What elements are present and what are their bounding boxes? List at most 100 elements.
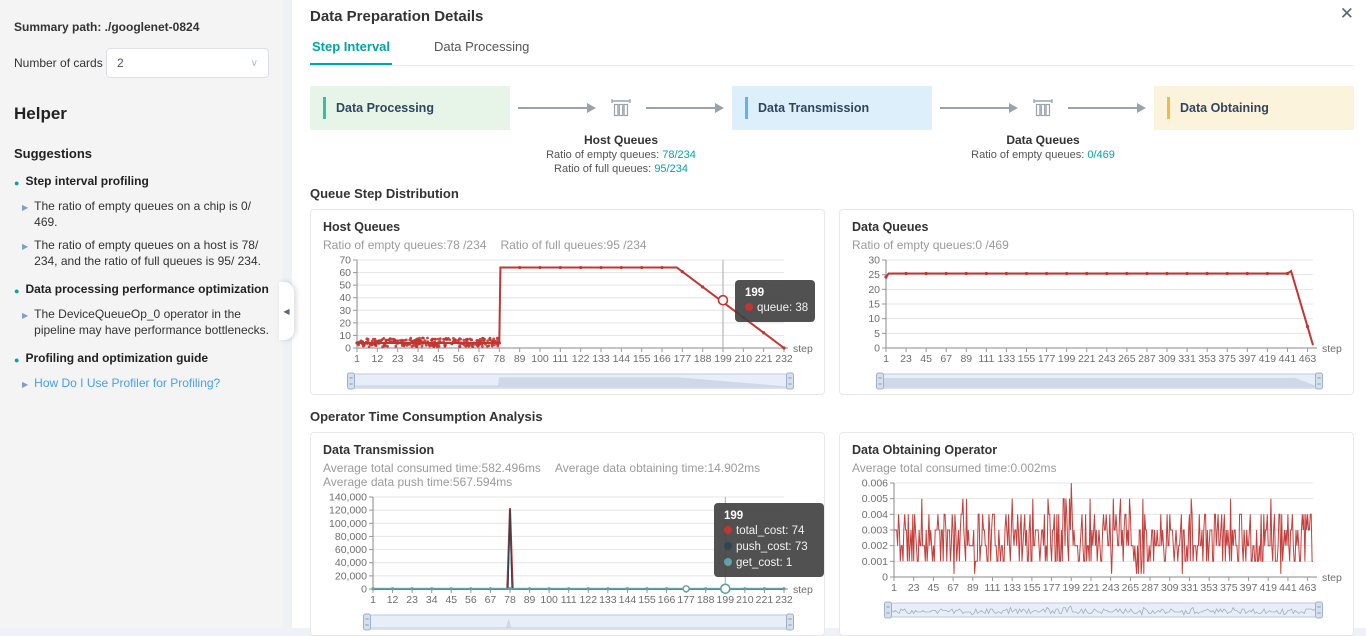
svg-text:221: 221 <box>1082 582 1100 594</box>
svg-text:210: 210 <box>736 594 754 606</box>
svg-text:221: 221 <box>1078 353 1096 365</box>
svg-text:309: 309 <box>1161 582 1179 594</box>
number-of-cards-select[interactable]: 2 ∨ <box>106 48 269 78</box>
svg-text:0: 0 <box>345 343 351 355</box>
helper-title: Helper <box>14 104 269 124</box>
profiler-guide-link[interactable]: How Do I Use Profiler for Profiling? <box>34 375 220 393</box>
svg-text:177: 177 <box>1038 353 1056 365</box>
svg-text:0.001: 0.001 <box>862 556 888 568</box>
chart-host-queues[interactable]: 0102030405060701122334455667788910011112… <box>323 254 814 388</box>
svg-text:20,000: 20,000 <box>335 570 367 582</box>
svg-text:419: 419 <box>1259 353 1277 365</box>
svg-text:122: 122 <box>580 594 598 606</box>
svg-text:15: 15 <box>868 299 880 311</box>
svg-text:177: 177 <box>674 353 692 365</box>
svg-text:100: 100 <box>531 353 549 365</box>
svg-text:20: 20 <box>339 317 351 329</box>
bullet-icon: ● <box>14 283 19 299</box>
triangle-icon: ▶ <box>22 200 28 230</box>
svg-text:111: 111 <box>561 594 577 606</box>
svg-text:199: 199 <box>717 594 735 606</box>
arrow-right-icon <box>940 107 1010 109</box>
arrow-right-icon <box>1068 107 1138 109</box>
svg-text:30: 30 <box>339 305 351 317</box>
svg-text:40: 40 <box>339 292 351 304</box>
svg-text:5: 5 <box>874 328 880 340</box>
svg-text:40,000: 40,000 <box>335 557 367 569</box>
svg-text:89: 89 <box>960 353 972 365</box>
chart-title: Host Queues <box>323 220 812 234</box>
svg-text:353: 353 <box>1200 582 1218 594</box>
svg-text:155: 155 <box>1023 582 1041 594</box>
pipeline-diagram: Data Processing Host Queues Ratio of emp… <box>310 86 1354 172</box>
svg-text:397: 397 <box>1240 582 1258 594</box>
host-queues-ratio-empty: Ratio of empty queues: 78/234 <box>506 149 736 161</box>
svg-text:287: 287 <box>1141 582 1159 594</box>
svg-text:0: 0 <box>361 584 367 596</box>
svg-text:375: 375 <box>1218 353 1236 365</box>
section-queue-step-distribution: Queue Step Distribution <box>310 186 1354 201</box>
chart-title: Data Transmission <box>323 443 812 457</box>
svg-text:step: step <box>1322 343 1342 355</box>
tab-data-processing[interactable]: Data Processing <box>432 35 531 65</box>
bullet-icon: ● <box>14 175 19 191</box>
chart-data-transmission[interactable]: 020,00040,00060,00080,000100,000120,0001… <box>323 491 814 629</box>
svg-text:30: 30 <box>868 255 880 267</box>
svg-text:1: 1 <box>891 582 897 594</box>
svg-text:144: 144 <box>619 594 637 606</box>
summary-path: Summary path: ./googlenet-0824 <box>14 20 269 34</box>
svg-text:100,000: 100,000 <box>329 518 367 530</box>
svg-text:166: 166 <box>658 594 676 606</box>
suggestion-item: ▶ The ratio of empty queues on a host is… <box>14 237 269 269</box>
svg-text:419: 419 <box>1259 582 1277 594</box>
svg-text:1: 1 <box>883 353 889 365</box>
tab-step-interval[interactable]: Step Interval <box>310 35 392 65</box>
svg-text:23: 23 <box>908 582 920 594</box>
svg-text:232: 232 <box>775 353 793 365</box>
svg-text:80,000: 80,000 <box>335 531 367 543</box>
svg-text:133: 133 <box>599 594 617 606</box>
svg-text:140,000: 140,000 <box>329 492 367 504</box>
svg-text:353: 353 <box>1198 353 1216 365</box>
svg-text:89: 89 <box>524 594 536 606</box>
svg-text:265: 265 <box>1118 353 1136 365</box>
close-icon[interactable]: ✕ <box>1340 4 1354 24</box>
svg-text:0: 0 <box>882 572 888 584</box>
triangle-icon: ▶ <box>22 239 28 269</box>
sidebar: Summary path: ./googlenet-0824 Number of… <box>0 0 283 628</box>
svg-text:34: 34 <box>426 594 438 606</box>
svg-text:0.002: 0.002 <box>862 540 888 552</box>
page-title: Data Preparation Details <box>310 8 1354 25</box>
svg-text:67: 67 <box>947 582 959 594</box>
chart-data-obtaining[interactable]: 00.0010.0020.0030.0040.0050.006123456789… <box>852 477 1343 617</box>
svg-text:133: 133 <box>1003 582 1021 594</box>
chart-data-queues[interactable]: 0510152025301234567891111331551771992212… <box>852 254 1343 388</box>
svg-text:221: 221 <box>755 353 773 365</box>
svg-text:155: 155 <box>1018 353 1036 365</box>
svg-text:199: 199 <box>1058 353 1076 365</box>
svg-text:20: 20 <box>868 284 880 296</box>
svg-text:12: 12 <box>371 353 383 365</box>
svg-text:50: 50 <box>339 280 351 292</box>
svg-text:push_cost: 73: push_cost: 73 <box>736 541 808 553</box>
sidebar-collapse-handle[interactable]: ◀ <box>279 282 294 340</box>
svg-text:441: 441 <box>1279 353 1297 365</box>
svg-text:67: 67 <box>940 353 952 365</box>
svg-text:166: 166 <box>653 353 671 365</box>
stage-data-processing: Data Processing <box>310 86 510 130</box>
svg-text:144: 144 <box>613 353 631 365</box>
svg-text:463: 463 <box>1299 353 1317 365</box>
svg-text:221: 221 <box>756 594 774 606</box>
svg-text:122: 122 <box>572 353 590 365</box>
svg-text:0.004: 0.004 <box>862 509 888 521</box>
svg-text:177: 177 <box>677 594 695 606</box>
number-of-cards-label: Number of cards <box>14 56 106 70</box>
arrow-right-icon <box>518 107 588 109</box>
suggestion-group: ● Profiling and optimization guide ▶ How… <box>14 350 269 393</box>
data-queues-ratio-empty: Ratio of empty queues: 0/469 <box>928 149 1158 161</box>
suggestion-group: ● Step interval profiling ▶ The ratio of… <box>14 173 269 269</box>
svg-text:243: 243 <box>1102 582 1120 594</box>
svg-text:199: 199 <box>1063 582 1081 594</box>
svg-text:78: 78 <box>493 353 505 365</box>
svg-text:queue: 38: queue: 38 <box>757 302 808 314</box>
